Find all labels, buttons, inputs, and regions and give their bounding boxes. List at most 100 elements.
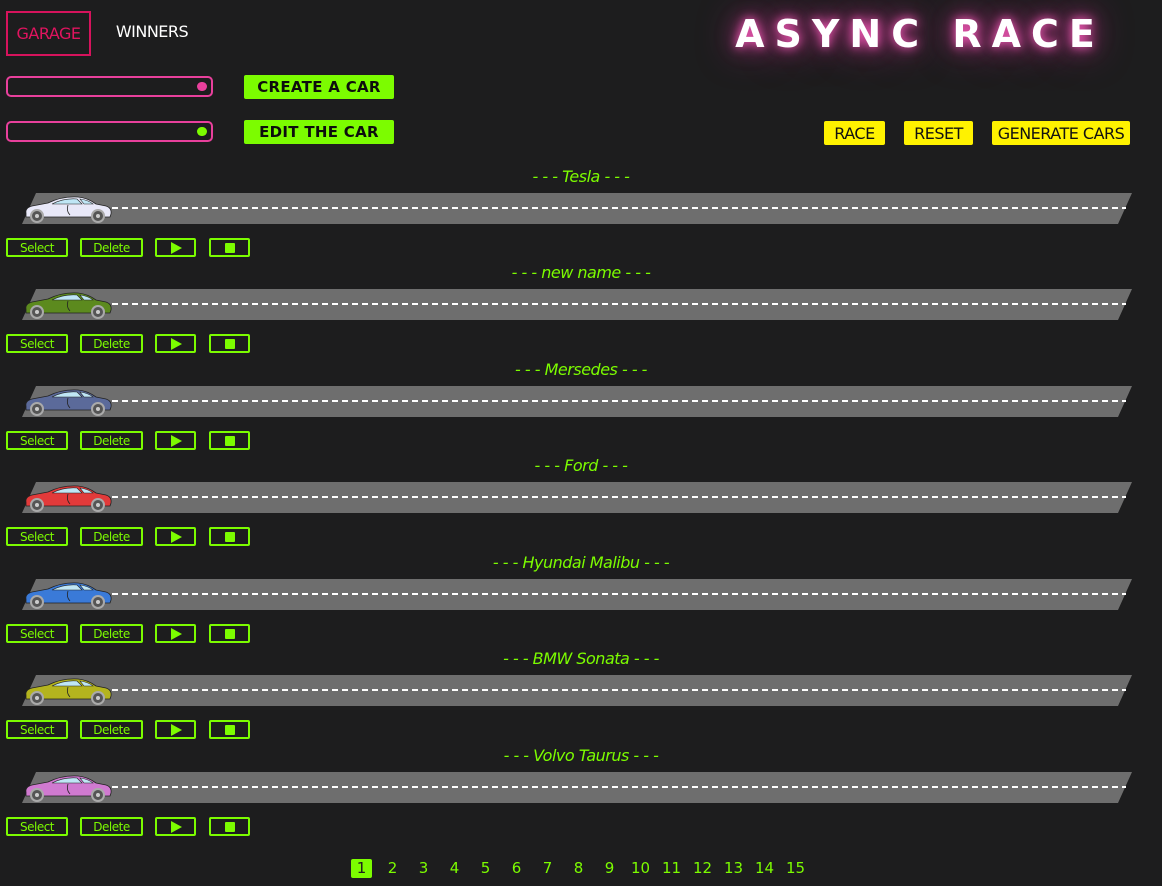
page-number: 13 (723, 859, 744, 877)
start-engine-button[interactable] (155, 817, 196, 836)
page-number: 15 (785, 859, 806, 877)
page-number: 7 (542, 859, 553, 877)
car-name: - - - new name - - - (511, 263, 651, 282)
page-link[interactable]: 6 (501, 858, 532, 878)
delete-car-button[interactable]: Delete (80, 720, 143, 739)
page-number: 1 (350, 858, 373, 878)
select-car-button[interactable]: Select (6, 624, 68, 643)
race-track (22, 675, 1134, 707)
select-car-button[interactable]: Select (6, 817, 68, 836)
stop-icon (224, 338, 235, 349)
delete-car-button[interactable]: Delete (80, 527, 143, 546)
create-car-button[interactable]: CREATE A CAR (244, 75, 394, 99)
car-row: - - - Volvo Taurus - - - Select Delete (0, 745, 1162, 841)
play-icon (171, 723, 182, 736)
car-name: - - - BMW Sonata - - - (503, 649, 659, 668)
select-car-button[interactable]: Select (6, 527, 68, 546)
page-link[interactable]: 12 (687, 858, 718, 878)
page-number: 2 (387, 859, 398, 877)
race-track (22, 193, 1134, 225)
delete-car-button[interactable]: Delete (80, 238, 143, 257)
delete-car-button[interactable]: Delete (80, 334, 143, 353)
page-link[interactable]: 14 (749, 858, 780, 878)
stop-engine-button[interactable] (209, 817, 250, 836)
car-row: - - - Hyundai Malibu - - - Select Delete (0, 552, 1162, 648)
select-car-button[interactable]: Select (6, 431, 68, 450)
page-number: 8 (573, 859, 584, 877)
create-name-input[interactable] (6, 76, 213, 97)
page-link[interactable]: 9 (594, 858, 625, 878)
page-number: 14 (754, 859, 775, 877)
start-engine-button[interactable] (155, 238, 196, 257)
stop-icon (224, 531, 235, 542)
page-link[interactable]: 13 (718, 858, 749, 878)
stop-icon (224, 628, 235, 639)
car-name: - - - Ford - - - (534, 456, 628, 475)
play-icon (171, 337, 182, 350)
car-icon (25, 582, 112, 609)
car-name: - - - Tesla - - - (532, 167, 630, 186)
generate-cars-button[interactable]: GENERATE CARS (992, 121, 1130, 145)
edit-name-input[interactable] (6, 121, 213, 142)
edit-color-picker[interactable] (197, 127, 207, 136)
race-track (22, 772, 1134, 804)
play-icon (171, 530, 182, 543)
delete-car-button[interactable]: Delete (80, 624, 143, 643)
page-link[interactable]: 8 (563, 858, 594, 878)
car-icon (25, 196, 112, 223)
page-link[interactable]: 15 (780, 858, 811, 878)
delete-car-button[interactable]: Delete (80, 431, 143, 450)
car-icon (25, 775, 112, 802)
car-icon (25, 485, 112, 512)
start-engine-button[interactable] (155, 624, 196, 643)
page-link[interactable]: 3 (408, 858, 439, 878)
start-engine-button[interactable] (155, 720, 196, 739)
page-number: 12 (692, 859, 713, 877)
car-icon (25, 678, 112, 705)
play-icon (171, 820, 182, 833)
car-row: - - - BMW Sonata - - - Select Delete (0, 648, 1162, 744)
stop-engine-button[interactable] (209, 334, 250, 353)
stop-engine-button[interactable] (209, 431, 250, 450)
page-link[interactable]: 4 (439, 858, 470, 878)
play-icon (171, 627, 182, 640)
winners-tab[interactable]: WINNERS (112, 11, 192, 52)
stop-engine-button[interactable] (209, 238, 250, 257)
race-track (22, 482, 1134, 514)
play-icon (171, 434, 182, 447)
select-car-button[interactable]: Select (6, 238, 68, 257)
page-link[interactable]: 7 (532, 858, 563, 878)
page-number: 3 (418, 859, 429, 877)
start-engine-button[interactable] (155, 431, 196, 450)
page-link[interactable]: 1 (346, 858, 377, 878)
page-link[interactable]: 10 (625, 858, 656, 878)
delete-car-button[interactable]: Delete (80, 817, 143, 836)
pagination: 1 2 3 4 5 6 7 8 9 10 11 12 13 14 15 (346, 857, 811, 879)
car-icon (25, 389, 112, 416)
start-engine-button[interactable] (155, 527, 196, 546)
page-number: 5 (480, 859, 491, 877)
reset-button[interactable]: RESET (904, 121, 973, 145)
stop-engine-button[interactable] (209, 720, 250, 739)
start-engine-button[interactable] (155, 334, 196, 353)
car-name: - - - Volvo Taurus - - - (503, 746, 659, 765)
stop-engine-button[interactable] (209, 527, 250, 546)
edit-car-button[interactable]: EDIT THE CAR (244, 120, 394, 144)
car-row: - - - Tesla - - - Select Delete (0, 166, 1162, 262)
select-car-button[interactable]: Select (6, 334, 68, 353)
car-name: - - - Mersedes - - - (515, 360, 647, 379)
race-button[interactable]: RACE (824, 121, 885, 145)
page-link[interactable]: 2 (377, 858, 408, 878)
car-name: - - - Hyundai Malibu - - - (492, 553, 670, 572)
stop-engine-button[interactable] (209, 624, 250, 643)
create-color-picker[interactable] (197, 82, 207, 91)
page-link[interactable]: 11 (656, 858, 687, 878)
select-car-button[interactable]: Select (6, 720, 68, 739)
page-number: 6 (511, 859, 522, 877)
race-track (22, 289, 1134, 321)
page-number: 9 (604, 859, 615, 877)
car-row: - - - Mersedes - - - Select Delete (0, 359, 1162, 455)
page-link[interactable]: 5 (470, 858, 501, 878)
garage-tab[interactable]: GARAGE (6, 11, 91, 56)
car-icon (25, 292, 112, 319)
